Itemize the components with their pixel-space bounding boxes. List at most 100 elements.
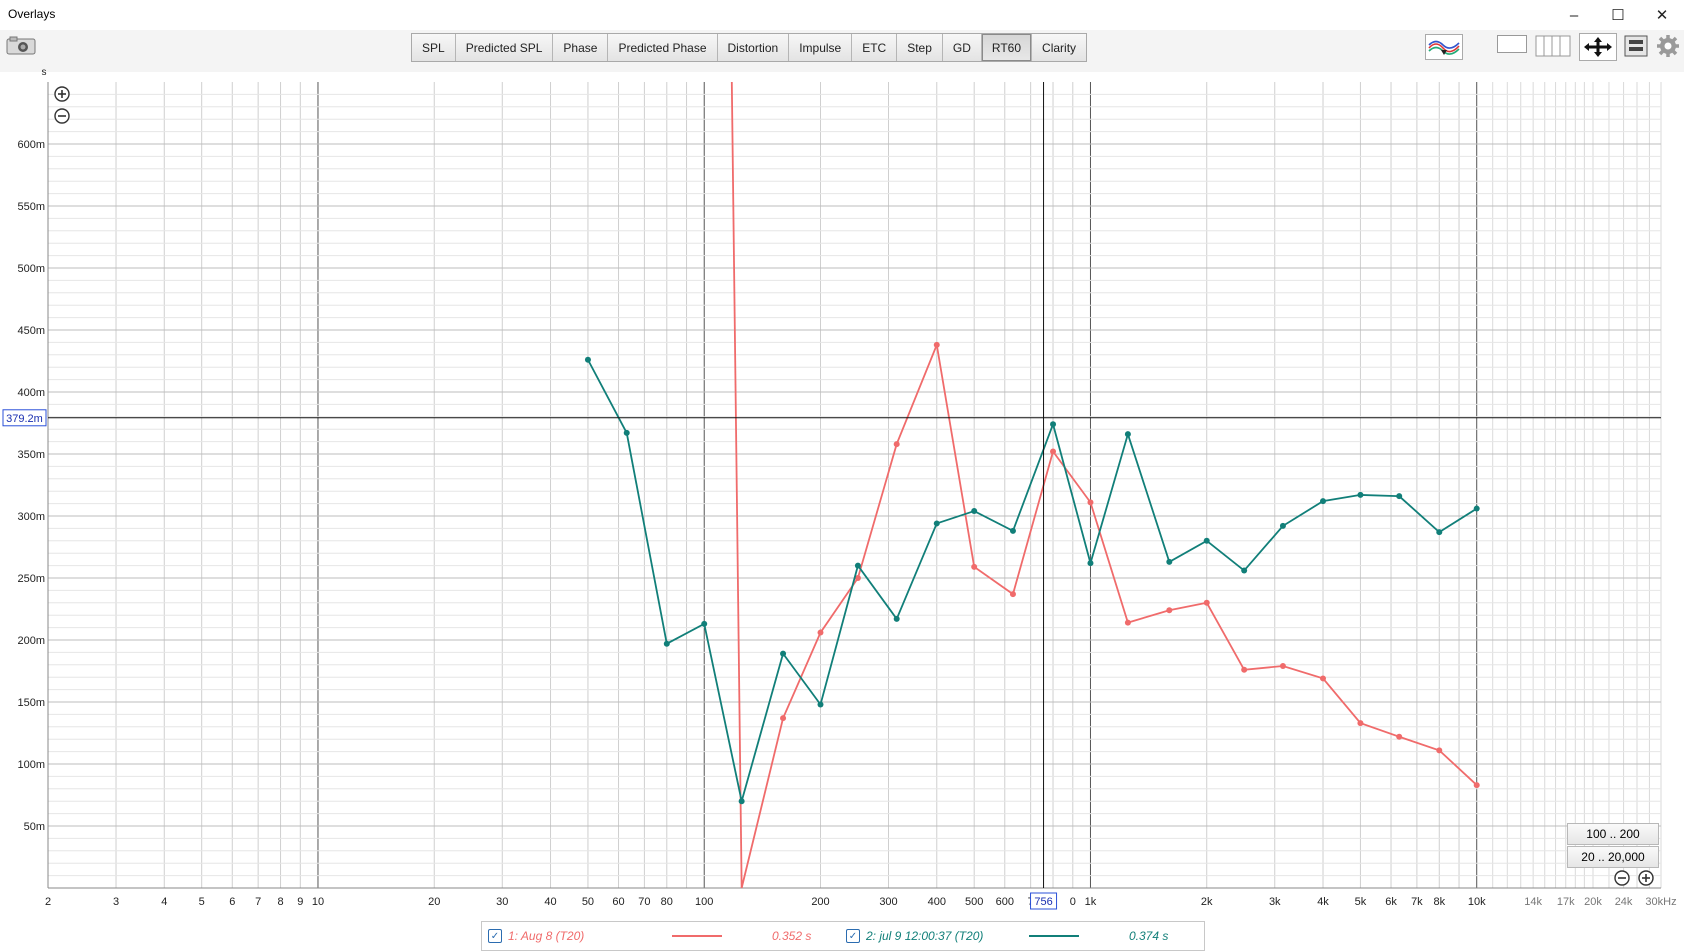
title-bar: Overlays – ☐ ✕	[0, 0, 1684, 30]
range-100-200-button[interactable]: 100 .. 200	[1567, 823, 1659, 845]
trace-arrangement-icon[interactable]	[1425, 34, 1463, 60]
series-2-point	[933, 520, 940, 527]
x-tick-label: 30	[496, 896, 508, 908]
series-2-point	[780, 650, 787, 657]
close-icon: ✕	[1655, 7, 1669, 24]
x-tick-label: 20	[428, 896, 440, 908]
series-2-point	[701, 620, 708, 627]
x-tick-label: 20k	[1584, 896, 1602, 908]
series-1-point	[780, 715, 787, 722]
x-tick-label: 10k	[1468, 896, 1486, 908]
rt60-plot[interactable]: 50m 100m 150m 200m 250m 300m 350m 400m 450m 500m 5…	[0, 60, 1684, 944]
x-tick-label: 10	[312, 896, 324, 908]
x-tick-label: 3	[113, 896, 119, 908]
tab-clarity[interactable]: Clarity	[1032, 34, 1087, 61]
camera-icon[interactable]	[6, 36, 36, 56]
series-1-swatch	[672, 935, 722, 937]
settings-gear-icon[interactable]	[1656, 34, 1680, 58]
x-tick-label: 7k	[1411, 896, 1423, 908]
y-tick-label: 300m	[17, 511, 45, 523]
series-2-value: 0.374 s	[1129, 929, 1169, 943]
series-1-point	[1050, 448, 1057, 455]
series-1-point	[1436, 747, 1443, 754]
series-2-point	[1473, 505, 1480, 512]
x-tick-label: 600	[996, 896, 1014, 908]
x-tick-label: 17k	[1557, 896, 1575, 908]
x-tick-label: 5	[199, 896, 205, 908]
range-20-20000-button[interactable]: 20 .. 20,000	[1567, 846, 1659, 868]
tab-distortion[interactable]: Distortion	[717, 34, 790, 61]
y-tick-label: 100m	[17, 759, 45, 771]
tab-phase[interactable]: Phase	[553, 34, 609, 61]
series-2-point	[1087, 560, 1094, 567]
x-tick-label: 50	[582, 896, 594, 908]
maximize-icon: ☐	[1611, 7, 1625, 24]
series-2-point	[893, 615, 900, 622]
x-tick-label: 100	[695, 896, 713, 908]
x-tick-label: 5k	[1355, 896, 1367, 908]
series-1-point	[971, 563, 978, 570]
tab-spl[interactable]: SPL	[412, 34, 456, 61]
series-2-point	[1279, 522, 1286, 529]
tab-rt60[interactable]: RT60	[981, 34, 1033, 61]
y-tick-label: 250m	[17, 573, 45, 585]
series-1-point	[1009, 591, 1016, 598]
tab-step[interactable]: Step	[897, 34, 943, 61]
pan-arrows-icon[interactable]	[1579, 33, 1617, 61]
cursor-y-readout: 379.2m	[6, 413, 43, 425]
series-2-point	[1050, 421, 1057, 428]
y-tick-label: 600m	[17, 139, 45, 151]
zoom-out-icon[interactable]	[54, 108, 70, 124]
x-tick-label: 2k	[1201, 896, 1213, 908]
series-1-point	[1279, 663, 1286, 670]
series-2-point	[1436, 529, 1443, 536]
series-2-point	[584, 356, 591, 363]
tab-impulse[interactable]: Impulse	[789, 34, 853, 61]
series-1-point	[1241, 666, 1248, 673]
series-1-point	[1320, 675, 1327, 682]
x-tick-label: 8	[277, 896, 283, 908]
series-2-point	[1357, 491, 1364, 498]
x-zoom-out-icon[interactable]	[1614, 870, 1630, 886]
x-tick-label: 500	[965, 896, 983, 908]
tab-predicted-phase[interactable]: Predicted Phase	[608, 34, 718, 61]
x-tick-label: 14k	[1524, 896, 1542, 908]
tab-gd[interactable]: GD	[942, 34, 982, 61]
series-1-point	[1203, 599, 1210, 606]
series-1-checkbox[interactable]: ✓	[488, 929, 502, 943]
controls-icon[interactable]	[1624, 35, 1648, 57]
series-2-point	[854, 562, 861, 569]
single-pane-icon[interactable]	[1497, 35, 1527, 53]
zoom-in-icon[interactable]	[54, 86, 70, 102]
x-tick-label: 4	[161, 896, 167, 908]
x-tick-label: 8k	[1433, 896, 1445, 908]
minimize-button[interactable]: –	[1554, 4, 1594, 26]
y-tick-label: 50m	[24, 821, 45, 833]
x-tick-label: 60	[612, 896, 624, 908]
plot-area	[48, 82, 1661, 888]
y-tick-label: 400m	[17, 387, 45, 399]
x-tick-label: 6	[229, 896, 235, 908]
y-tick-label: 200m	[17, 635, 45, 647]
series-1-point	[893, 441, 900, 448]
graph-type-tabs: SPL Predicted SPL Phase Predicted Phase Dist…	[411, 33, 1088, 62]
series-2-point	[1320, 498, 1327, 505]
series-1-point	[933, 341, 940, 348]
x-tick-label: 3k	[1269, 896, 1281, 908]
tab-etc[interactable]: ETC	[852, 34, 898, 61]
x-tick-label: 6k	[1385, 896, 1397, 908]
series-2-point	[623, 429, 630, 436]
multi-pane-icon[interactable]	[1535, 35, 1571, 57]
x-tick-label: 40	[544, 896, 556, 908]
tab-predicted-spl[interactable]: Predicted SPL	[455, 34, 554, 61]
x-tick-label: 2	[45, 896, 51, 908]
series-2-checkbox[interactable]: ✓	[846, 929, 860, 943]
series-2-point	[663, 640, 670, 647]
x-zoom-in-icon[interactable]	[1638, 870, 1654, 886]
series-1-point	[1087, 499, 1094, 506]
close-button[interactable]: ✕	[1642, 4, 1682, 26]
series-2-point	[1009, 527, 1016, 534]
series-2-swatch	[1029, 935, 1079, 937]
maximize-button[interactable]: ☐	[1598, 4, 1638, 26]
series-2-label: 2: jul 9 12:00:37 (T20)	[866, 929, 984, 943]
